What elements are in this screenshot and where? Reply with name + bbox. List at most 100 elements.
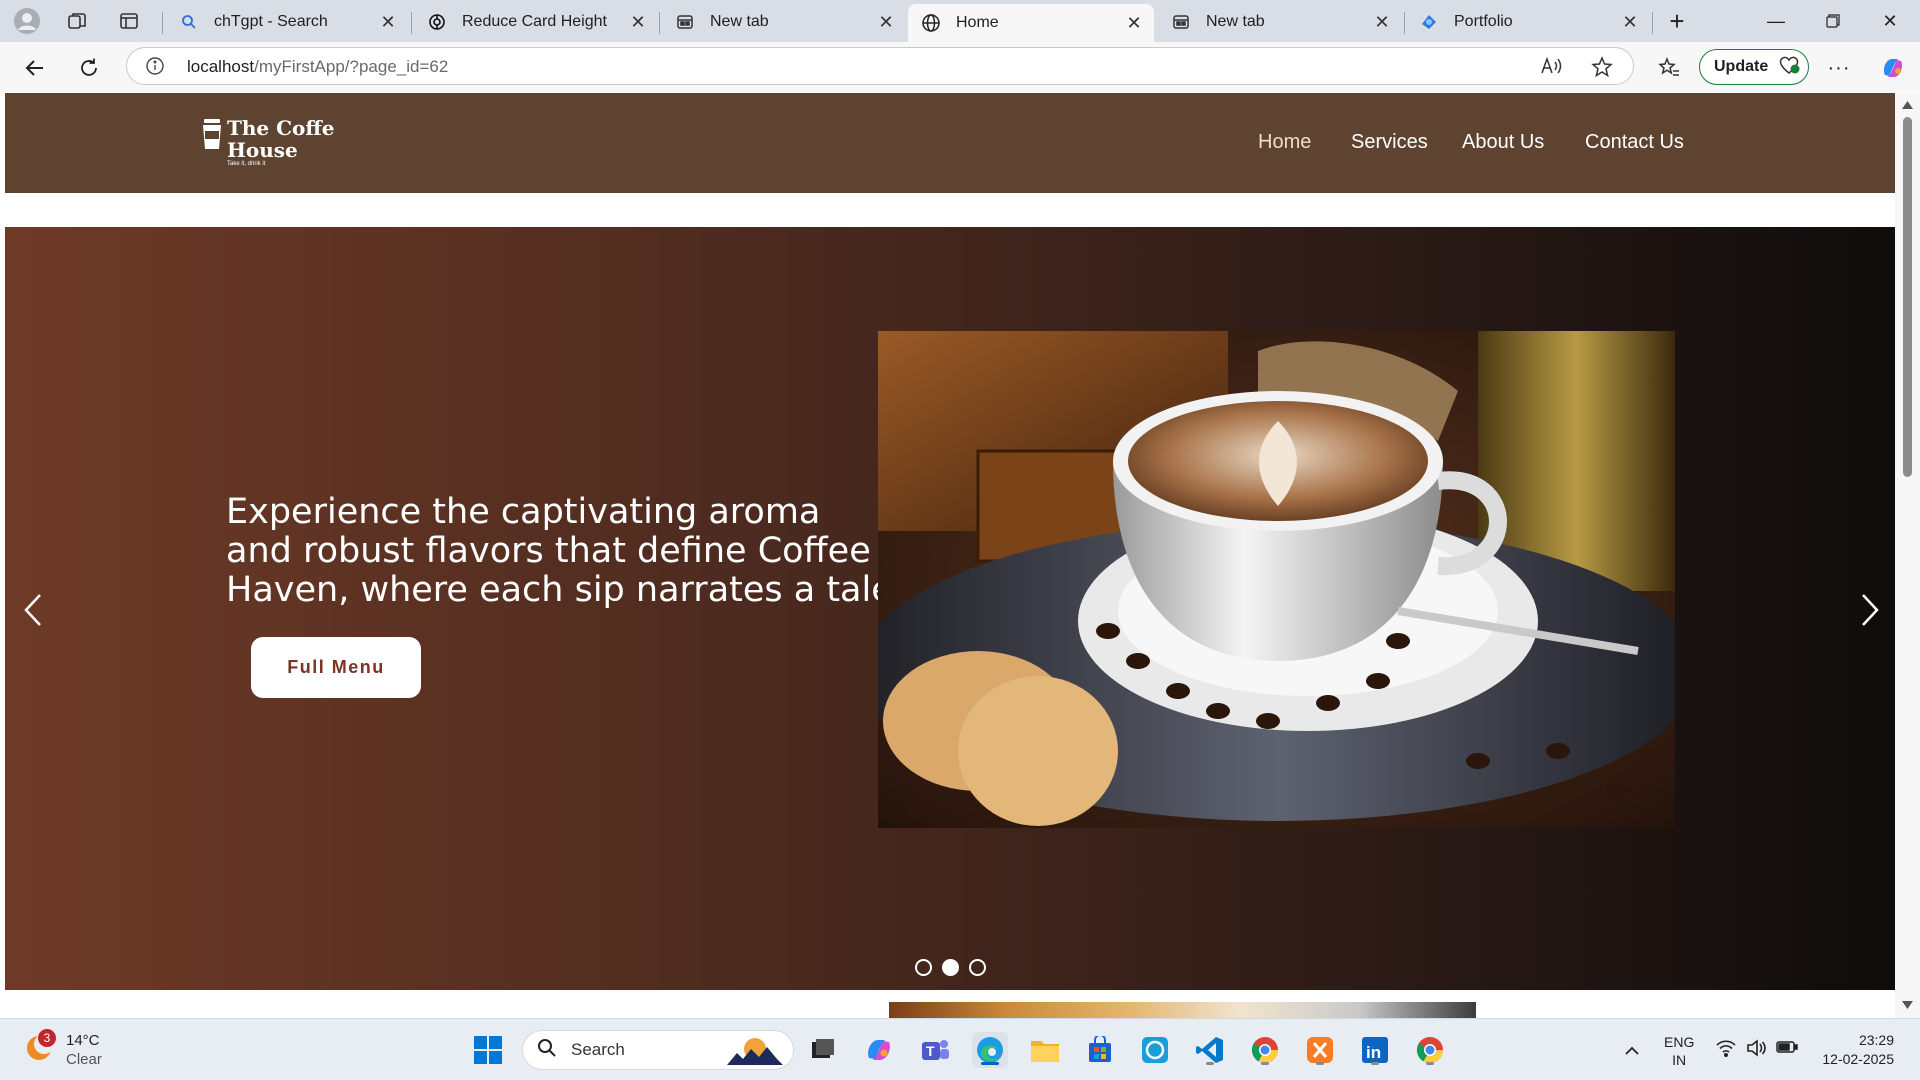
address-bar[interactable]: localhost/myFirstApp/?page_id=62 bbox=[126, 47, 1634, 85]
store-icon[interactable] bbox=[1082, 1032, 1118, 1068]
teams-icon[interactable]: T bbox=[917, 1032, 953, 1068]
scroll-down-icon[interactable] bbox=[1902, 1001, 1913, 1009]
alexa-icon[interactable] bbox=[1137, 1032, 1173, 1068]
scroll-thumb[interactable] bbox=[1903, 117, 1912, 477]
new-tab-icon[interactable]: + bbox=[1660, 6, 1694, 36]
copilot-icon[interactable] bbox=[1876, 51, 1910, 85]
back-icon[interactable] bbox=[18, 51, 52, 85]
workspaces-icon[interactable] bbox=[60, 6, 94, 36]
weather-condition: Clear bbox=[66, 1051, 102, 1068]
linkedin-icon[interactable]: in bbox=[1357, 1032, 1393, 1068]
tab-reduce-card-height[interactable]: Reduce Card Height ✕ bbox=[414, 4, 658, 40]
nav-contact-us[interactable]: Contact Us bbox=[1585, 131, 1684, 154]
coffee-cup-icon bbox=[201, 117, 223, 156]
tray-chevron-up-icon[interactable] bbox=[1614, 1032, 1650, 1068]
clock-date: 12-02-2025 bbox=[1822, 1051, 1894, 1067]
nav-home[interactable]: Home bbox=[1258, 131, 1311, 154]
browser-toolbar: localhost/myFirstApp/?page_id=62 Update … bbox=[0, 42, 1920, 92]
carousel-indicators bbox=[915, 959, 986, 976]
tab-portfolio[interactable]: Portfolio ✕ bbox=[1406, 4, 1650, 40]
system-clock[interactable]: 23:29 12-02-2025 bbox=[1814, 1031, 1894, 1069]
minimize-icon[interactable]: — bbox=[1748, 0, 1804, 42]
file-explorer-icon[interactable] bbox=[1027, 1032, 1063, 1068]
search-icon bbox=[178, 11, 200, 33]
read-aloud-icon[interactable] bbox=[1540, 56, 1562, 81]
taskbar-search[interactable]: Search bbox=[522, 1030, 794, 1070]
close-icon[interactable]: ✕ bbox=[378, 12, 398, 32]
full-menu-button[interactable]: Full Menu bbox=[251, 637, 421, 698]
tab-title: Portfolio bbox=[1454, 13, 1513, 30]
vertical-tabs-icon[interactable] bbox=[112, 6, 146, 36]
profile-icon[interactable] bbox=[10, 6, 44, 36]
volume-icon bbox=[1746, 1039, 1766, 1061]
page-scrollbar[interactable] bbox=[1895, 93, 1920, 1018]
search-icon bbox=[537, 1038, 557, 1063]
running-indicator bbox=[981, 1062, 999, 1065]
carousel-next-icon[interactable] bbox=[1850, 585, 1890, 635]
close-icon[interactable]: ✕ bbox=[1620, 12, 1640, 32]
chrome-icon[interactable] bbox=[1247, 1032, 1283, 1068]
url-text: localhost/myFirstApp/?page_id=62 bbox=[187, 57, 449, 76]
scroll-up-icon[interactable] bbox=[1902, 101, 1913, 109]
search-label: Search bbox=[571, 1040, 625, 1059]
svg-text:in: in bbox=[1366, 1043, 1381, 1062]
portfolio-icon bbox=[1418, 11, 1440, 33]
close-window-icon[interactable]: ✕ bbox=[1862, 0, 1918, 42]
refresh-icon[interactable] bbox=[72, 51, 106, 85]
tab-home[interactable]: Home ✕ bbox=[908, 4, 1154, 42]
hero-headline: Experience the captivating aroma and rob… bbox=[226, 492, 893, 610]
close-icon[interactable]: ✕ bbox=[876, 12, 896, 32]
weather-temp: 14°C bbox=[66, 1032, 100, 1049]
battery-icon bbox=[1776, 1039, 1798, 1061]
close-icon[interactable]: ✕ bbox=[1372, 12, 1392, 32]
tab-new-tab-2[interactable]: New tab ✕ bbox=[1158, 4, 1402, 40]
running-indicator bbox=[1371, 1062, 1379, 1065]
clock-time: 23:29 bbox=[1858, 1032, 1894, 1048]
update-button[interactable]: Update bbox=[1699, 49, 1809, 85]
site-logo[interactable]: The Coffe House Take it, drink it bbox=[201, 117, 335, 167]
copilot-icon[interactable] bbox=[861, 1032, 897, 1068]
next-section-image bbox=[889, 1002, 1476, 1018]
language-indicator[interactable]: ENG IN bbox=[1664, 1033, 1694, 1069]
site-header: The Coffe House Take it, drink it Home S… bbox=[5, 93, 1895, 193]
start-windows-icon[interactable] bbox=[470, 1032, 506, 1068]
restore-icon[interactable] bbox=[1805, 0, 1861, 42]
system-tray-icons[interactable] bbox=[1716, 1039, 1798, 1061]
logo-line1: The Coffe bbox=[227, 116, 335, 140]
carousel-dot-2[interactable] bbox=[942, 959, 959, 976]
windows-taskbar: 3 14°C Clear Search T in ENG IN 23:29 12… bbox=[0, 1018, 1920, 1080]
carousel-dot-1[interactable] bbox=[915, 959, 932, 976]
site-info-icon[interactable] bbox=[145, 56, 165, 81]
carousel-prev-icon[interactable] bbox=[13, 585, 53, 635]
favorites-icon[interactable] bbox=[1652, 51, 1686, 85]
tab-search[interactable]: chTgpt - Search ✕ bbox=[166, 4, 408, 40]
favorite-star-icon[interactable] bbox=[1591, 56, 1613, 83]
weather-moon-icon: 3 bbox=[24, 1028, 56, 1068]
heart-update-icon bbox=[1778, 55, 1800, 80]
tab-title: Home bbox=[956, 14, 999, 31]
nav-about-us[interactable]: About Us bbox=[1462, 131, 1544, 154]
openai-icon bbox=[426, 11, 448, 33]
newtab-icon bbox=[674, 11, 696, 33]
weather-widget[interactable]: 3 14°C Clear bbox=[24, 1028, 102, 1069]
coffee-cup-image bbox=[878, 331, 1675, 828]
task-view-icon[interactable] bbox=[805, 1032, 841, 1068]
close-icon[interactable]: ✕ bbox=[628, 12, 648, 32]
more-menu-icon[interactable]: ··· bbox=[1822, 51, 1856, 85]
chrome-icon-2[interactable] bbox=[1412, 1032, 1448, 1068]
xampp-icon[interactable] bbox=[1302, 1032, 1338, 1068]
tab-title: New tab bbox=[1206, 13, 1265, 30]
carousel-dot-3[interactable] bbox=[969, 959, 986, 976]
edge-icon[interactable] bbox=[972, 1032, 1008, 1068]
nav-services[interactable]: Services bbox=[1351, 131, 1428, 154]
svg-text:T: T bbox=[926, 1043, 935, 1059]
browser-tab-strip: chTgpt - Search ✕ Reduce Card Height ✕ N… bbox=[0, 0, 1920, 42]
search-highlight-icon bbox=[725, 1035, 785, 1072]
tab-new-tab[interactable]: New tab ✕ bbox=[662, 4, 906, 40]
vscode-icon[interactable] bbox=[1192, 1032, 1228, 1068]
language-line1: ENG bbox=[1664, 1034, 1695, 1050]
tab-title: Reduce Card Height bbox=[462, 13, 607, 30]
close-icon[interactable]: ✕ bbox=[1124, 13, 1144, 33]
weather-badge: 3 bbox=[38, 1028, 56, 1047]
logo-line2: House bbox=[227, 138, 298, 162]
